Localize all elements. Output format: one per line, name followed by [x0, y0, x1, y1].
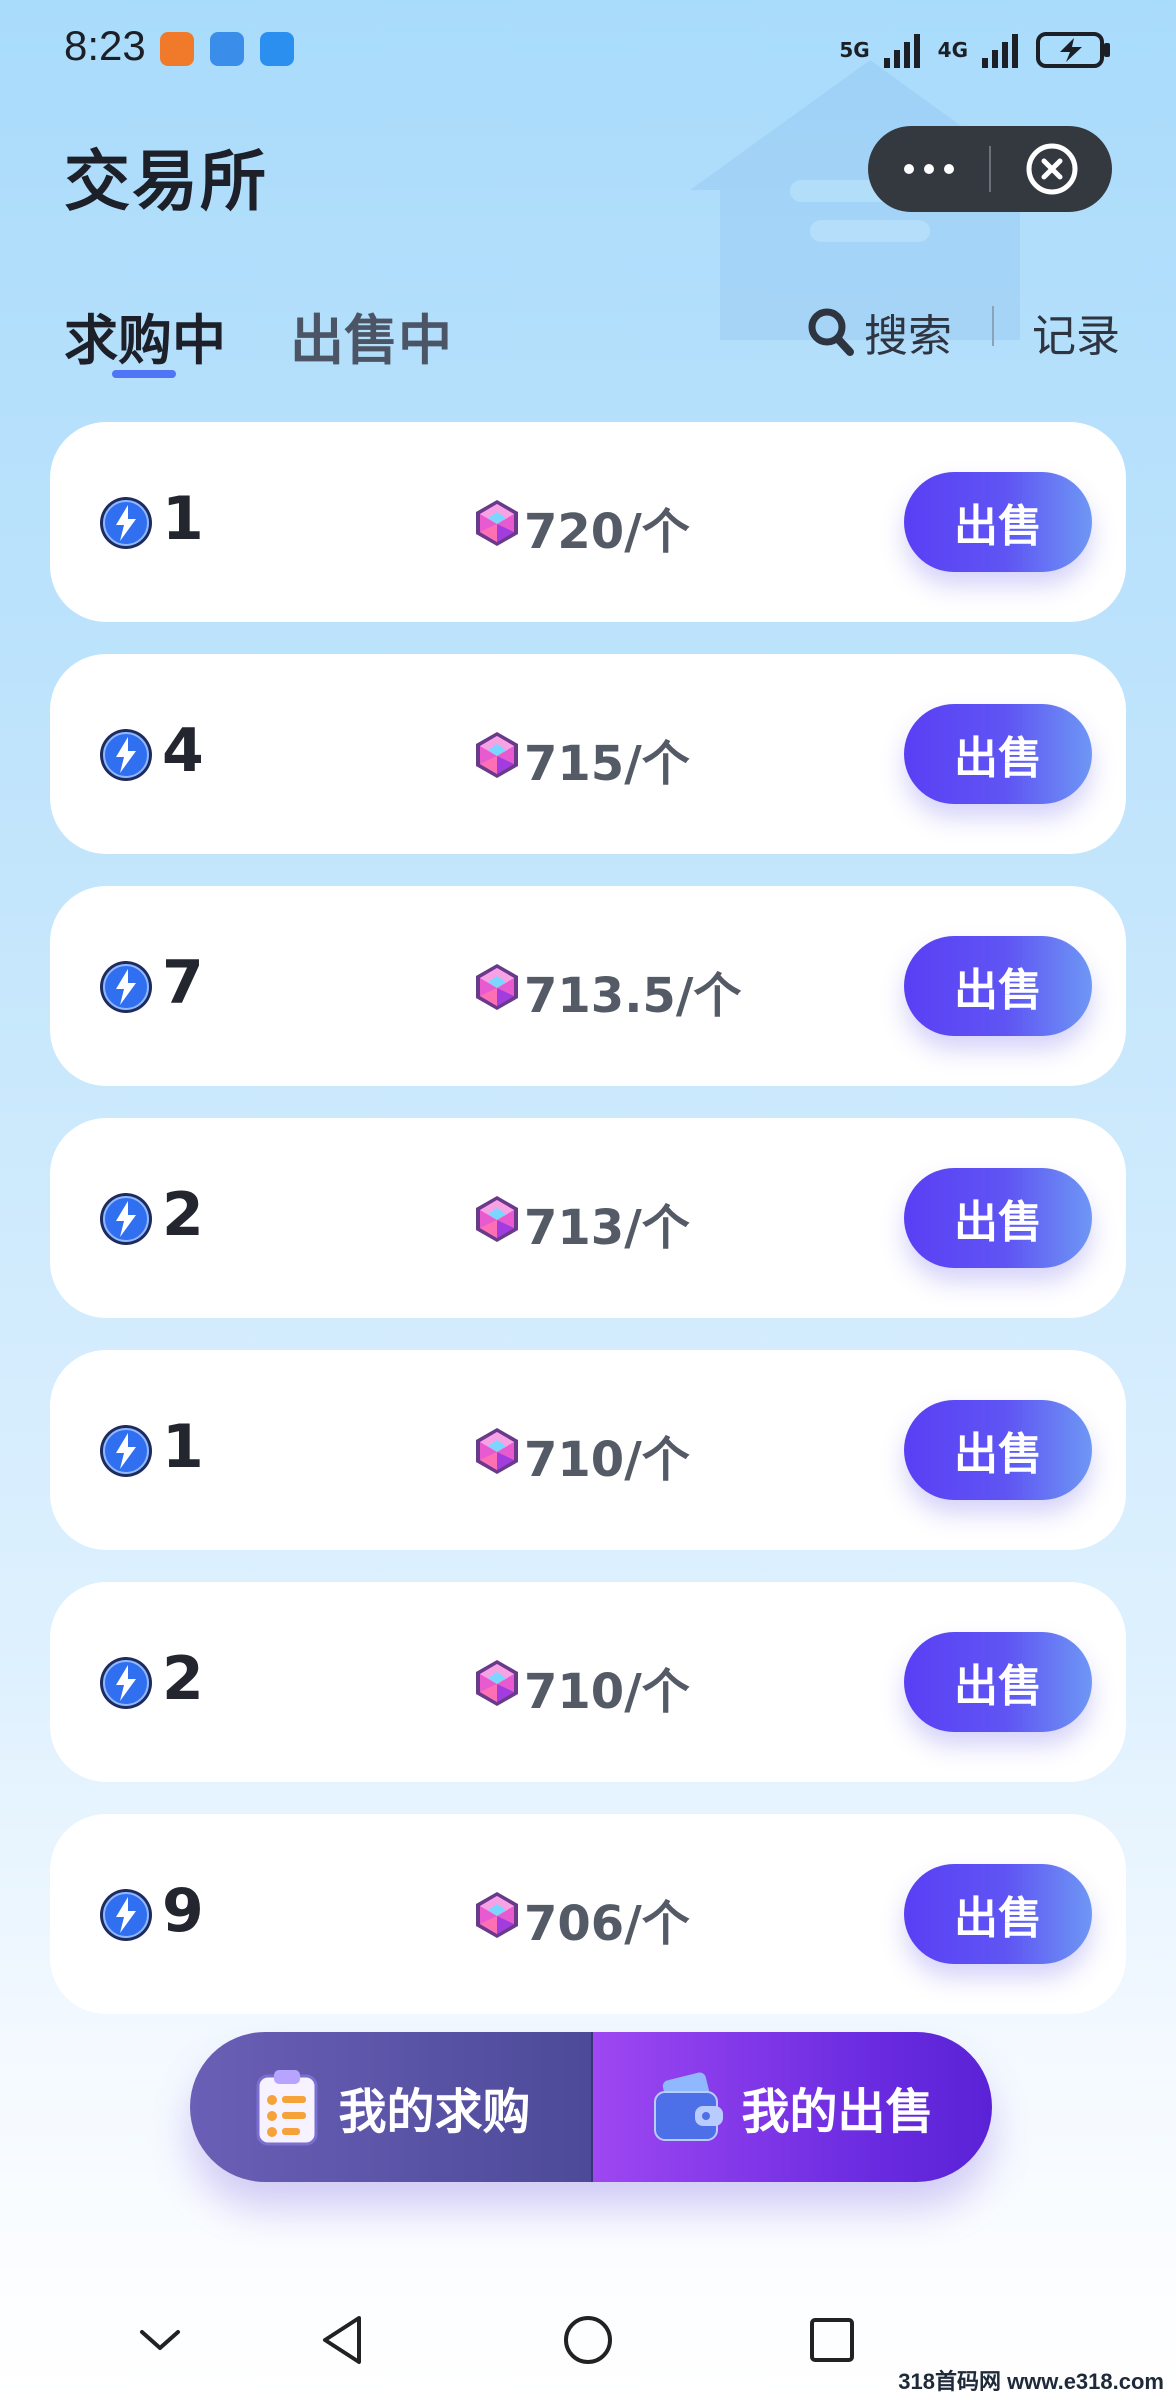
bottom-action-bar: 我的求购 我的出售: [190, 2032, 992, 2182]
status-bar: 8:23 5G 4G: [0, 0, 1176, 100]
back-triangle-icon: [323, 2316, 361, 2364]
order-price: 720/个: [524, 504, 690, 560]
my-sell-orders-label: 我的出售: [741, 2084, 934, 2140]
pink-gem-icon: [476, 964, 518, 1010]
pink-gem-icon: [476, 1892, 518, 1938]
order-price: 713.5/个: [524, 968, 742, 1024]
order-quantity: 1: [162, 1412, 204, 1482]
order-card: 9 706/个 出售: [50, 1814, 1126, 2014]
home-circle-icon: [564, 2316, 612, 2364]
recents-square-icon: [810, 2318, 854, 2362]
order-price: 706/个: [524, 1896, 690, 1952]
order-quantity: 4: [162, 716, 204, 786]
lightning-coin-icon: [100, 497, 152, 549]
pink-gem-icon: [476, 500, 518, 546]
order-quantity: 9: [162, 1876, 204, 1946]
buy-order-list: 1 720/个 出售 4 715/个 出售 7 713.5/个 出售 2 713…: [50, 422, 1126, 2046]
order-price: 713/个: [524, 1200, 690, 1256]
clipboard-list-icon: [256, 2070, 318, 2146]
status-indicators: 5G 4G: [839, 28, 1112, 72]
notification-app-icon: [160, 32, 194, 66]
order-price: 710/个: [524, 1432, 690, 1488]
signal-strength-icon: [883, 34, 920, 68]
sell-button[interactable]: 出售: [904, 936, 1092, 1036]
pink-gem-icon: [476, 1660, 518, 1706]
battery-charging-icon: [1036, 32, 1110, 68]
tab-buying[interactable]: 求购中: [64, 296, 226, 375]
order-quantity: 2: [162, 1180, 204, 1250]
page-title: 交易所: [64, 143, 268, 220]
lightning-coin-icon: [100, 1425, 152, 1477]
order-card: 2 710/个 出售: [50, 1582, 1126, 1782]
order-card: 4 715/个 出售: [50, 654, 1126, 854]
search-label: 搜索: [864, 311, 952, 362]
lightning-coin-icon: [100, 729, 152, 781]
my-buy-orders-label: 我的求购: [338, 2084, 531, 2140]
signal-strength-icon: [982, 34, 1018, 68]
lightning-coin-icon: [100, 961, 152, 1013]
pink-gem-icon: [476, 732, 518, 778]
chevron-down-icon: [140, 2330, 180, 2350]
sell-button[interactable]: 出售: [904, 704, 1092, 804]
pink-gem-icon: [476, 1196, 518, 1242]
network-5g-label: 5G: [839, 38, 870, 62]
order-quantity: 7: [162, 948, 204, 1018]
lightning-coin-icon: [100, 1193, 152, 1245]
notification-browser-icon: [210, 32, 244, 66]
nav-back-button[interactable]: [312, 2310, 372, 2370]
order-card: 1 710/个 出售: [50, 1350, 1126, 1550]
more-dots-icon: [903, 164, 954, 174]
wallet-icon: [654, 2072, 724, 2141]
toolbar-divider: [992, 306, 994, 346]
sell-button[interactable]: 出售: [904, 1632, 1092, 1732]
more-button[interactable]: [868, 126, 989, 212]
sell-button[interactable]: 出售: [904, 1864, 1092, 1964]
sell-button[interactable]: 出售: [904, 1168, 1092, 1268]
site-watermark: 318首码网 www.e318.com: [898, 2369, 1164, 2394]
pink-gem-icon: [476, 1428, 518, 1474]
order-card: 2 713/个 出售: [50, 1118, 1126, 1318]
tab-selling[interactable]: 出售中: [290, 296, 452, 375]
sell-button[interactable]: 出售: [904, 472, 1092, 572]
nav-recents-button[interactable]: [802, 2310, 862, 2370]
status-time: 8:23: [64, 22, 146, 69]
nav-collapse-button[interactable]: [130, 2310, 190, 2370]
search-icon: [808, 308, 854, 356]
order-card: 1 720/个 出售: [50, 422, 1126, 622]
lightning-coin-icon: [100, 1657, 152, 1709]
sell-button[interactable]: 出售: [904, 1400, 1092, 1500]
order-price: 715/个: [524, 736, 690, 792]
order-quantity: 2: [162, 1644, 204, 1714]
search-button[interactable]: 搜索: [806, 300, 952, 364]
notification-weather-icon: [260, 32, 294, 66]
lightning-coin-icon: [100, 1889, 152, 1941]
order-quantity: 1: [162, 484, 204, 554]
mini-program-capsule: [868, 126, 1112, 212]
active-tab-indicator: [112, 370, 176, 378]
order-price: 710/个: [524, 1664, 690, 1720]
record-button[interactable]: 记录: [1032, 300, 1120, 364]
order-card: 7 713.5/个 出售: [50, 886, 1126, 1086]
my-sell-orders-button[interactable]: 我的出售: [593, 2032, 992, 2182]
my-buy-orders-button[interactable]: 我的求购: [190, 2032, 593, 2182]
close-circle-icon: [1026, 143, 1077, 195]
network-4g-label: 4G: [937, 38, 968, 62]
close-button[interactable]: [991, 126, 1112, 212]
nav-home-button[interactable]: [558, 2310, 618, 2370]
